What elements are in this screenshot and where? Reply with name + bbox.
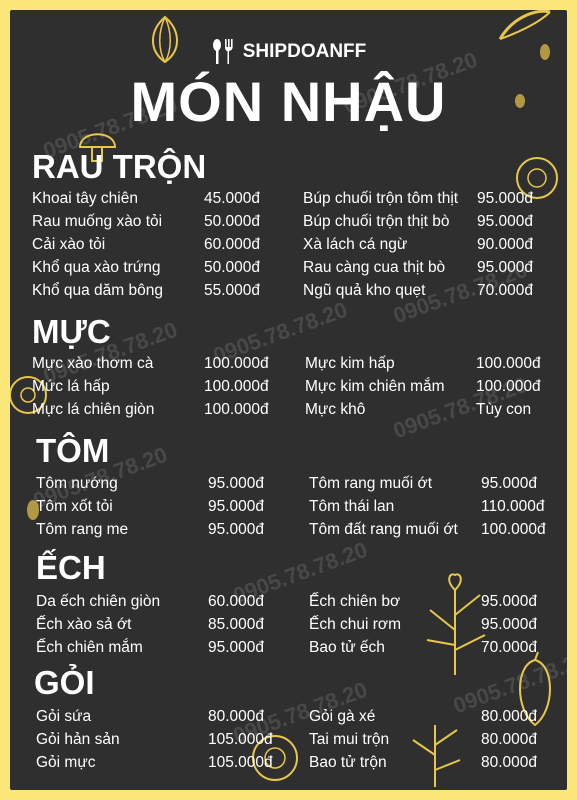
menu-item-name: Ếch chui rơm: [309, 616, 401, 633]
menu-item-price: 95.000đ: [208, 639, 265, 656]
section-title-goi: GỎI: [34, 664, 95, 701]
menu-item-name: Tôm xốt tỏi: [36, 498, 113, 515]
menu-item-price: 85.000đ: [208, 616, 265, 633]
menu-item-price: 95.000đ: [477, 213, 534, 230]
menu-item-price: 95.000đ: [481, 475, 538, 492]
page-title: MÓN NHẬU: [130, 70, 447, 133]
menu-item-name: Mực khô: [305, 401, 366, 418]
menu-item-price: 95.000đ: [208, 498, 265, 515]
menu-item-price: 80.000đ: [208, 708, 265, 725]
menu-item-price: 70.000đ: [477, 282, 534, 299]
menu-item-name: Khoai tây chiên: [32, 190, 138, 207]
menu-item-name: Mực kim chiên mắm: [305, 378, 445, 395]
menu-item-name: Gỏi mực: [36, 754, 96, 771]
menu-board: 0905.78.78.20 0905.78.78.20 0905.78.78.2…: [10, 10, 567, 790]
menu-item-name: Xà lách cá ngừ: [303, 236, 408, 253]
menu-item-price: 95.000đ: [208, 475, 265, 492]
menu-item-price: 80.000đ: [481, 754, 538, 771]
menu-item-price: 50.000đ: [204, 213, 261, 230]
menu-item-price: 70.000đ: [481, 639, 538, 656]
brand-name: SHIPDOANFF: [242, 41, 367, 62]
menu-item-name: Búp chuối trộn tôm thịt: [303, 190, 459, 207]
menu-item-name: Tai mui trộn: [309, 731, 390, 748]
menu-item-price: 100.000đ: [204, 378, 269, 395]
menu-item-price: 55.000đ: [204, 282, 261, 299]
menu-item-name: Bao tử ếch: [309, 639, 385, 656]
menu-item-name: Rau càng cua thịt bò: [303, 259, 446, 276]
menu-item-name: Tôm rang muối ớt: [309, 475, 433, 492]
menu-item-name: Gỏi sứa: [36, 708, 92, 725]
menu-item-name: Mức lá hấp: [32, 378, 110, 395]
brand-logo: SHIPDOANFF: [10, 38, 567, 66]
menu-item-price: 95.000đ: [208, 521, 265, 538]
menu-item-name: Búp chuối trộn thịt bò: [303, 213, 450, 230]
menu-item-price: 80.000đ: [481, 708, 538, 725]
menu-item-name: Bao tử trộn: [309, 754, 387, 771]
menu-item-name: Rau muống xào tỏi: [32, 213, 163, 230]
menu-item-name: Tôm rang me: [36, 521, 129, 538]
menu-item-name: Tôm thái lan: [309, 498, 395, 515]
menu-item-name: Tôm nướng: [36, 475, 118, 492]
menu-item-price: 100.000đ: [481, 521, 546, 538]
section-title-ech: ẾCH: [36, 549, 106, 586]
fork-spoon-icon: [212, 39, 233, 64]
menu-item-name: Ếch chiên mắm: [36, 639, 143, 656]
menu-item-price: 90.000đ: [477, 236, 534, 253]
menu-item-name: Da ếch chiên giòn: [36, 593, 161, 610]
menu-item-price: 95.000đ: [481, 593, 538, 610]
menu-item-name: Khổ qua dăm bông: [32, 282, 163, 299]
menu-item-price: 95.000đ: [477, 259, 534, 276]
menu-item-price: 80.000đ: [481, 731, 538, 748]
menu-item-price: 105.000đ: [208, 731, 273, 748]
menu-item-price: 100.000đ: [476, 355, 541, 372]
menu-item-name: Cải xào tỏi: [32, 236, 106, 253]
herb-leaf-doodle-icon: [412, 725, 461, 787]
menu-item-name: Khổ qua xào trứng: [32, 259, 161, 276]
menu-item-name: Gỏi hản sản: [36, 731, 120, 748]
menu-item-name: Mực lá chiên giòn: [32, 401, 155, 418]
menu-item-price: 45.000đ: [204, 190, 261, 207]
section-title-tom: TÔM: [36, 432, 110, 469]
menu-item-price: Tùy con: [476, 401, 532, 418]
menu-item-price: 50.000đ: [204, 259, 261, 276]
menu-item-name: Mực kim hấp: [305, 355, 395, 372]
menu-item-price: 100.000đ: [204, 355, 269, 372]
menu-item-price: 100.000đ: [204, 401, 269, 418]
menu-item-price: 95.000đ: [481, 616, 538, 633]
menu-item-name: Ngũ quả kho quẹt: [303, 282, 426, 299]
menu-item-name: Ếch chiên bơ: [309, 593, 401, 610]
menu-item-name: Ếch xào sả ớt: [36, 616, 132, 633]
menu-item-price: 60.000đ: [204, 236, 261, 253]
menu-item-price: 105.000đ: [208, 754, 273, 771]
menu-item-price: 110.000đ: [481, 498, 545, 515]
menu-item-name: Gỏi gà xé: [309, 708, 376, 725]
menu-item-price: 60.000đ: [208, 593, 265, 610]
menu-item-price: 95.000đ: [477, 190, 534, 207]
menu-item-price: 100.000đ: [476, 378, 541, 395]
menu-item-name: Tôm đất rang muối ớt: [309, 521, 458, 538]
menu-item-name: Mực xào thơm cà: [32, 355, 154, 372]
section-title-rau-tron: RAU TRỘN: [32, 148, 207, 185]
section-title-muc: MỰC: [32, 313, 111, 350]
